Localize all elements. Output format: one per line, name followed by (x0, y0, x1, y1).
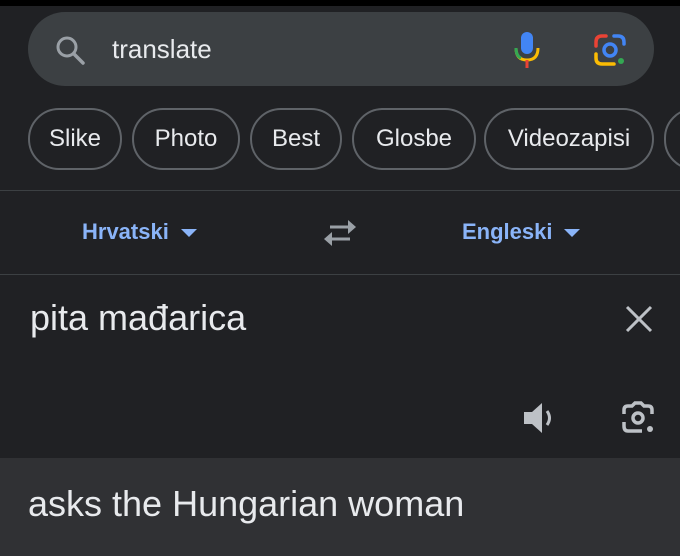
search-input[interactable]: translate (112, 34, 212, 64)
speaker-icon[interactable] (520, 398, 560, 438)
translation-result: asks the Hungarian woman (0, 458, 680, 556)
translation-text: asks the Hungarian woman (28, 483, 465, 524)
chip-glosbe[interactable]: Glosbe (352, 108, 476, 170)
search-icon[interactable] (54, 34, 86, 66)
chip-best[interactable]: Best (250, 108, 342, 170)
target-language-label: Engleski (462, 219, 553, 244)
source-language-label: Hrvatski (82, 219, 169, 244)
chevron-down-icon (564, 229, 581, 238)
chip-videozapisi[interactable]: Videozapisi (484, 108, 654, 170)
close-icon[interactable] (622, 302, 656, 336)
microphone-icon[interactable] (512, 30, 542, 70)
source-language-select[interactable]: Hrvatski (82, 218, 197, 246)
chevron-down-icon (180, 229, 197, 238)
translate-page: translate Slike Photo Best Glosbe Videoz… (0, 0, 680, 556)
chip-more[interactable] (664, 108, 680, 170)
search-chips: Slike Photo Best Glosbe Videozapisi (28, 108, 680, 170)
chip-slike[interactable]: Slike (28, 108, 122, 170)
google-lens-icon[interactable] (592, 32, 628, 68)
divider (0, 190, 680, 191)
swap-languages-icon[interactable] (322, 218, 358, 248)
camera-icon[interactable] (618, 398, 658, 438)
search-bar[interactable]: translate (28, 12, 654, 86)
source-text-input[interactable]: pita mađarica (30, 296, 246, 340)
target-language-select[interactable]: Engleski (462, 218, 581, 246)
divider (0, 274, 680, 275)
status-strip (0, 0, 680, 6)
chip-photo[interactable]: Photo (132, 108, 240, 170)
